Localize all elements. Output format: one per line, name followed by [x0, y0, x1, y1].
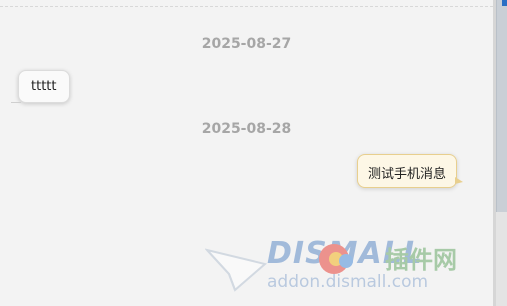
watermark-cn-text: 插件网 — [385, 246, 457, 274]
scrollbar-accent — [502, 0, 507, 6]
watermark-url: addon.dismall.com — [267, 272, 429, 292]
scrollbar-lower-track[interactable] — [496, 212, 507, 306]
paper-plane-icon — [205, 248, 267, 292]
outgoing-message-bubble[interactable]: 测试手机消息 — [357, 154, 464, 188]
site-watermark: DISMALL 插件网 addon.dismall.com — [205, 232, 493, 306]
message-text: ttttt — [31, 79, 57, 94]
date-separator: 2025-08-27 — [201, 36, 292, 52]
scrollbar-thumb[interactable] — [496, 0, 507, 212]
message-text: 测试手机消息 — [368, 167, 447, 182]
top-divider — [0, 6, 493, 7]
date-separator: 2025-08-28 — [201, 121, 292, 137]
logo-dot-icon — [339, 254, 353, 268]
incoming-message-bubble[interactable]: ttttt — [11, 70, 70, 103]
chat-message-panel: 2025-08-27 ttttt 2025-08-28 测试手机消息 DISMA… — [0, 0, 493, 306]
